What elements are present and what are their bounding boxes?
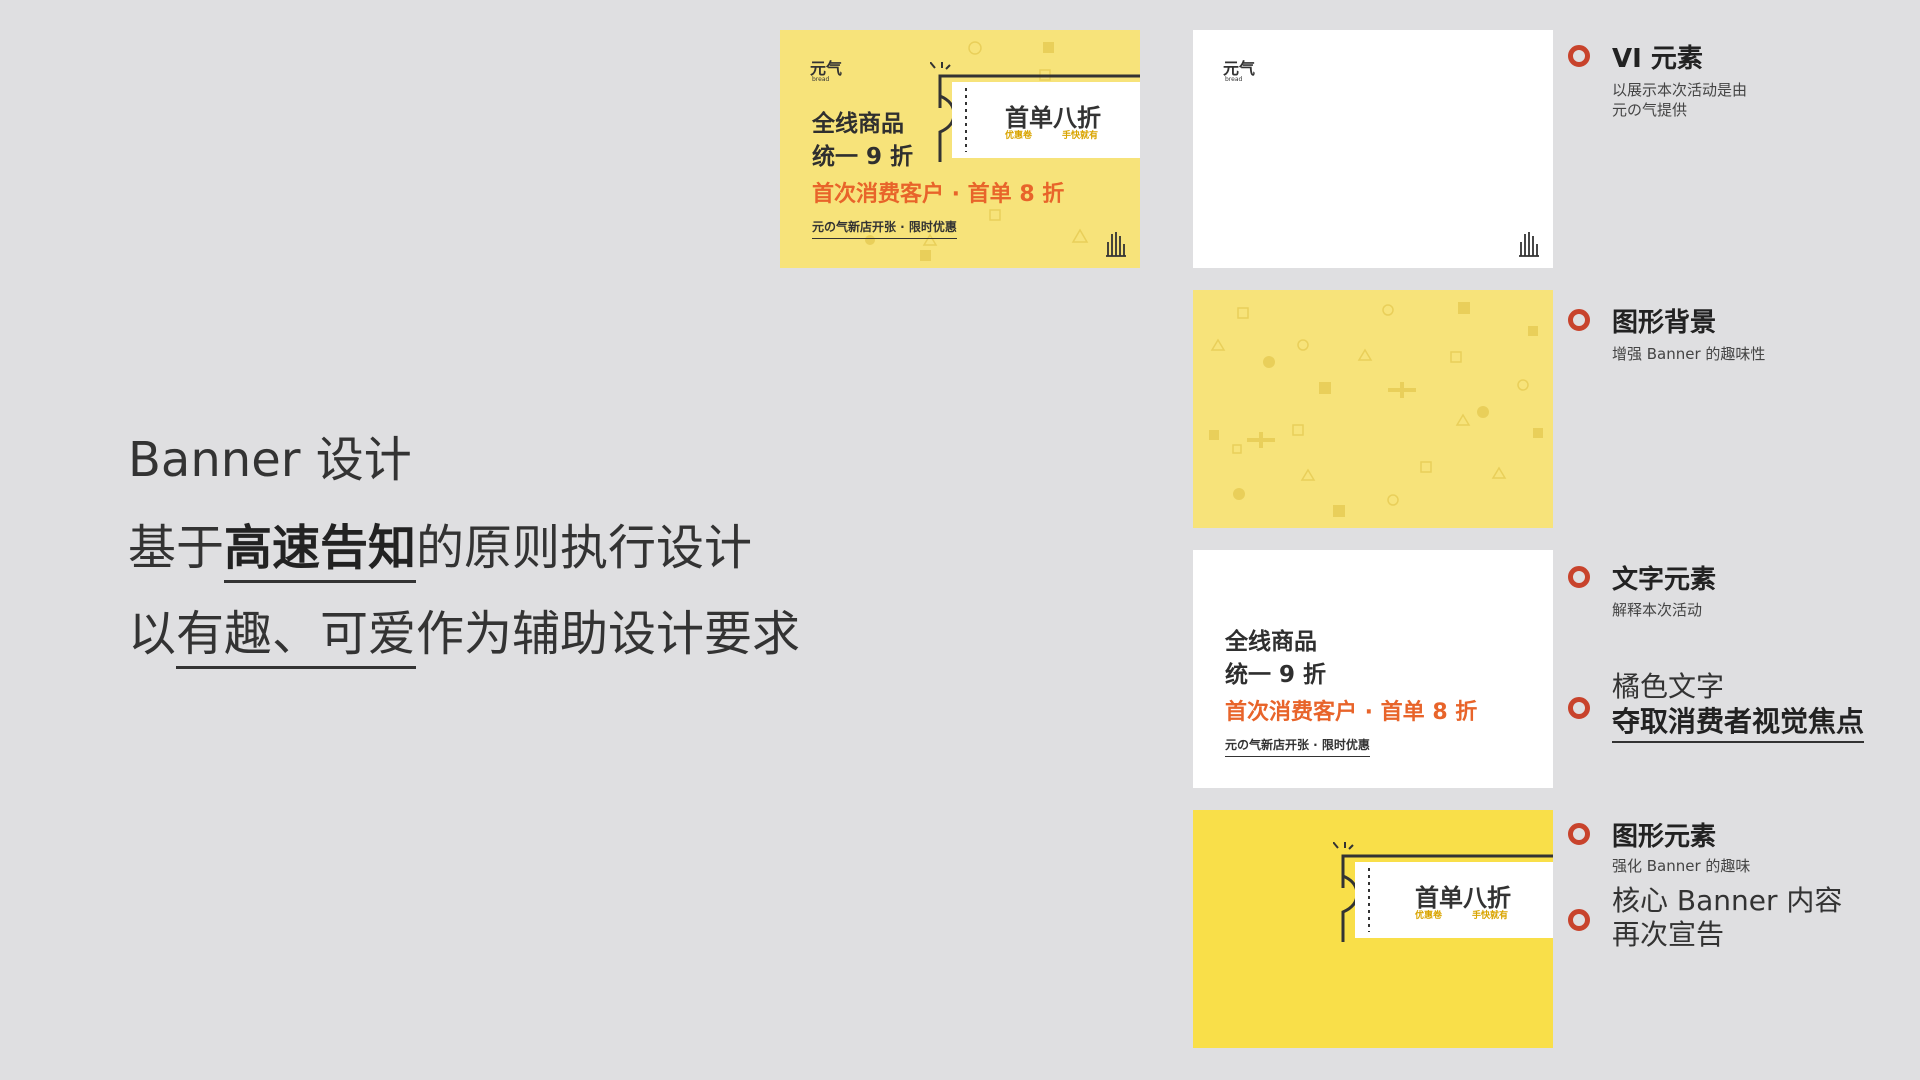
annotation-vi-title: VI 元素 xyxy=(1612,44,1703,74)
banner-title-line1: 全线商品 xyxy=(1225,629,1317,655)
banner-title-line1: 全线商品 xyxy=(812,111,904,137)
logo-sub: bread xyxy=(812,76,830,83)
panel-graphic-elements: 首单八折 优惠卷 手快就有 xyxy=(1193,810,1553,1048)
hand-icon xyxy=(1106,232,1126,257)
ticket-sub-quick: 手快就有 xyxy=(1062,131,1099,141)
requirement-pre: 以 xyxy=(128,606,177,662)
headline-principle: 基于高速告知的原则执行设计 xyxy=(128,508,753,583)
annotation-vi-desc-line2: 元の气提供 xyxy=(1612,101,1688,119)
annotation-text-title: 文字元素 xyxy=(1612,565,1717,595)
annotation-gfx-title: 图形元素 xyxy=(1612,822,1717,852)
annotation-bg-desc: 增强 Banner 的趣味性 xyxy=(1612,345,1766,363)
headline-banner-design: Banner 设计 xyxy=(128,420,412,490)
banner-title-line2: 统一 9 折 xyxy=(812,144,914,170)
panel-pattern-background xyxy=(1193,290,1553,528)
bullet-ring-icon xyxy=(1568,909,1590,931)
headline-requirement: 以有趣、可爱作为辅助设计要求 xyxy=(128,594,801,669)
bullet-ring-icon xyxy=(1568,697,1590,719)
annotation-core-line2: 再次宣告 xyxy=(1612,918,1725,951)
annotation-orange-line1: 橘色文字 xyxy=(1612,670,1725,703)
ticket-sub-quick: 手快就有 xyxy=(1472,911,1509,921)
annotation-vi-desc-line1: 以展示本次活动是由 xyxy=(1612,81,1748,99)
requirement-keyword: 有趣、可爱 xyxy=(176,606,417,669)
panel-vi: 元气 bread xyxy=(1193,30,1553,268)
hand-icon xyxy=(1519,232,1539,257)
annotation-core-line1: 核心 Banner 内容 xyxy=(1612,884,1843,917)
ticket-sub-coupon: 优惠卷 xyxy=(1415,911,1443,921)
annotation-gfx-desc: 强化 Banner 的趣味 xyxy=(1612,857,1751,875)
banner-small-text: 元の气新店开张 · 限时优惠 xyxy=(1225,736,1370,757)
banner-small-text: 元の气新店开张 · 限时优惠 xyxy=(812,218,957,239)
bullet-ring-icon xyxy=(1568,566,1590,588)
principle-pre: 基于 xyxy=(128,520,225,576)
banner-title-line2: 统一 9 折 xyxy=(1225,662,1327,688)
principle-keyword: 高速告知 xyxy=(224,520,417,583)
bullet-ring-icon xyxy=(1568,309,1590,331)
annotation-bg-title: 图形背景 xyxy=(1612,308,1717,338)
annotation-orange-line2: 夺取消费者视觉焦点 xyxy=(1612,705,1865,743)
ticket-sub-coupon: 优惠卷 xyxy=(1005,131,1033,141)
bullet-ring-icon xyxy=(1568,45,1590,67)
banner-orange-text: 首次消费客户 · 首单 8 折 xyxy=(812,182,1065,207)
pattern-shapes xyxy=(1209,302,1543,517)
principle-post: 的原则执行设计 xyxy=(416,520,753,576)
annotation-text-desc: 解释本次活动 xyxy=(1612,601,1703,619)
banner-full-preview: 元气 bread 首单八折 优惠卷 手快就有 全线商品 统一 9 折 首次消费客… xyxy=(780,30,1140,268)
logo-sub: bread xyxy=(1225,76,1243,83)
annotation-orange-emphasis: 夺取消费者视觉焦点 xyxy=(1612,705,1865,743)
bullet-ring-icon xyxy=(1568,823,1590,845)
requirement-post: 作为辅助设计要求 xyxy=(416,606,801,662)
banner-orange-text: 首次消费客户 · 首单 8 折 xyxy=(1225,700,1478,725)
headline-text: Banner 设计 xyxy=(128,432,412,488)
panel-text-elements: 全线商品 统一 9 折 首次消费客户 · 首单 8 折 元の气新店开张 · 限时… xyxy=(1193,550,1553,788)
